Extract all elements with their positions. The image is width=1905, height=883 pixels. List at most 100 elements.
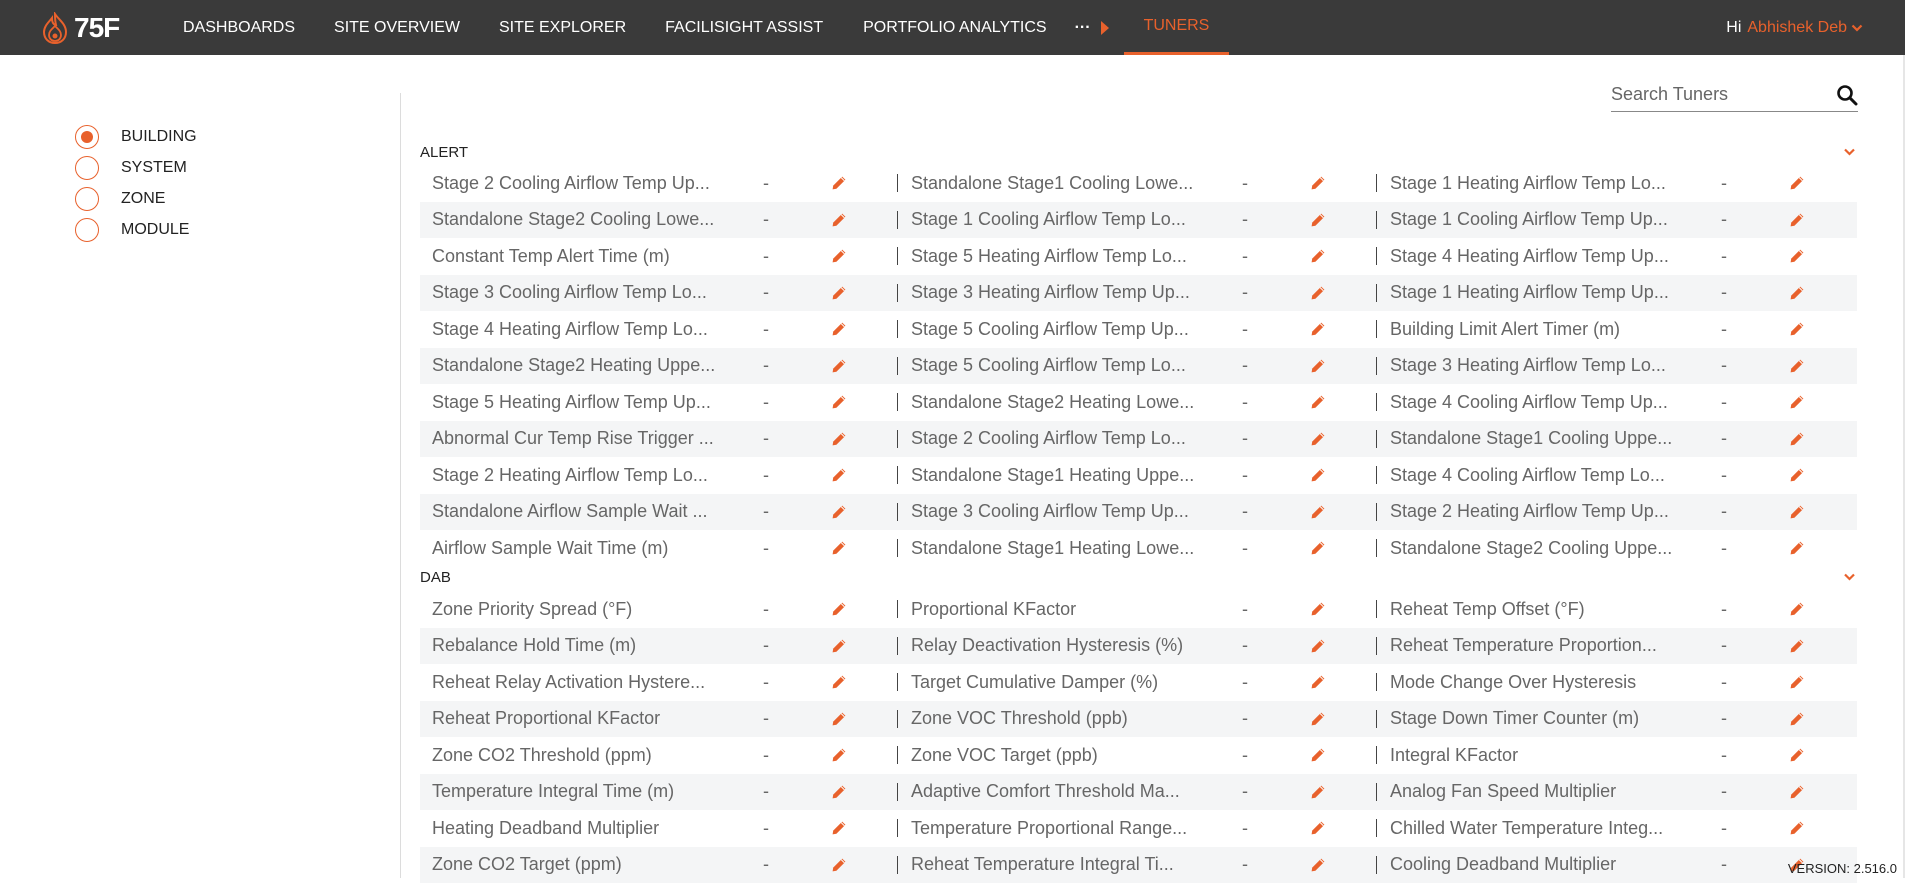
pencil-icon[interactable] [1789, 784, 1805, 800]
nav-site-overview[interactable]: SITE OVERVIEW [334, 0, 460, 55]
tuner-name: Stage 1 Cooling Airflow Temp Lo... [911, 209, 1216, 230]
pencil-icon[interactable] [1310, 784, 1326, 800]
pencil-icon[interactable] [1789, 540, 1805, 556]
tuner-cell: Target Cumulative Damper (%)- [899, 664, 1378, 701]
pencil-icon[interactable] [831, 285, 847, 301]
pencil-icon[interactable] [1310, 820, 1326, 836]
tuner-cell: Stage 4 Cooling Airflow Temp Up...- [1378, 384, 1857, 421]
pencil-icon[interactable] [1789, 638, 1805, 654]
pencil-icon[interactable] [1789, 674, 1805, 690]
pencil-icon[interactable] [1310, 638, 1326, 654]
pencil-icon[interactable] [831, 431, 847, 447]
pencil-icon[interactable] [1789, 504, 1805, 520]
pencil-icon[interactable] [831, 212, 847, 228]
tuner-value: - [763, 672, 769, 693]
column-separator [1376, 539, 1377, 557]
pencil-icon[interactable] [831, 747, 847, 763]
level-option-module[interactable]: MODULE [75, 218, 189, 242]
pencil-icon[interactable] [1789, 711, 1805, 727]
tuner-cell: Standalone Stage1 Cooling Uppe...- [1378, 421, 1857, 458]
pencil-icon[interactable] [1789, 248, 1805, 264]
nav-portfolio-analytics[interactable]: PORTFOLIO ANALYTICS [863, 0, 1046, 55]
pencil-icon[interactable] [831, 358, 847, 374]
pencil-icon[interactable] [1310, 175, 1326, 191]
radio-selected[interactable] [75, 125, 99, 149]
nav-tuners[interactable]: TUNERS [1124, 0, 1230, 55]
level-option-zone[interactable]: ZONE [75, 187, 165, 211]
pencil-icon[interactable] [831, 820, 847, 836]
radio-unselected[interactable] [75, 218, 99, 242]
pencil-icon[interactable] [1789, 747, 1805, 763]
level-label: MODULE [121, 221, 189, 239]
pencil-icon[interactable] [1310, 321, 1326, 337]
tuner-name: Mode Change Over Hysteresis [1390, 672, 1695, 693]
pencil-icon[interactable] [1310, 540, 1326, 556]
level-option-system[interactable]: SYSTEM [75, 156, 187, 180]
pencil-icon[interactable] [1789, 467, 1805, 483]
pencil-icon[interactable] [1789, 285, 1805, 301]
pencil-icon[interactable] [1310, 674, 1326, 690]
pencil-icon[interactable] [831, 601, 847, 617]
pencil-icon[interactable] [831, 784, 847, 800]
pencil-icon[interactable] [1310, 285, 1326, 301]
column-separator [1376, 320, 1377, 338]
chevron-down-icon[interactable] [1843, 147, 1856, 157]
pencil-icon[interactable] [831, 638, 847, 654]
nav-more-button[interactable]: ··· [1075, 19, 1109, 37]
tuner-cell: Stage 2 Cooling Airflow Temp Up...- [420, 165, 899, 202]
pencil-icon[interactable] [831, 394, 847, 410]
pencil-icon[interactable] [1310, 394, 1326, 410]
pencil-icon[interactable] [1310, 747, 1326, 763]
pencil-icon[interactable] [831, 674, 847, 690]
pencil-icon[interactable] [1789, 212, 1805, 228]
nav-site-explorer[interactable]: SITE EXPLORER [499, 0, 626, 55]
pencil-icon[interactable] [831, 467, 847, 483]
pencil-icon[interactable] [1789, 820, 1805, 836]
pencil-icon[interactable] [1310, 711, 1326, 727]
tuner-cell: Stage 3 Heating Airflow Temp Lo...- [1378, 348, 1857, 385]
chevron-down-icon[interactable] [1843, 572, 1856, 582]
pencil-icon[interactable] [1310, 358, 1326, 374]
pencil-icon[interactable] [831, 857, 847, 873]
tuner-cell: Reheat Temp Offset (°F)- [1378, 591, 1857, 628]
pencil-icon[interactable] [1310, 504, 1326, 520]
tuner-cell: Proportional KFactor- [899, 591, 1378, 628]
tuner-row: Standalone Stage2 Cooling Lowe...-Stage … [420, 202, 1857, 239]
radio-unselected[interactable] [75, 187, 99, 211]
column-separator [1376, 503, 1377, 521]
tuner-cell: Zone CO2 Threshold (ppm)- [420, 737, 899, 774]
pencil-icon[interactable] [1310, 431, 1326, 447]
pencil-icon[interactable] [1310, 467, 1326, 483]
search-icon[interactable] [1836, 84, 1858, 106]
user-menu[interactable]: Hi Abhishek Deb [1726, 0, 1863, 55]
pencil-icon[interactable] [1789, 358, 1805, 374]
pencil-icon[interactable] [1310, 601, 1326, 617]
pencil-icon[interactable] [1789, 175, 1805, 191]
pencil-icon[interactable] [831, 321, 847, 337]
pencil-icon[interactable] [1310, 248, 1326, 264]
tuner-value: - [1721, 708, 1727, 729]
pencil-icon[interactable] [1310, 857, 1326, 873]
pencil-icon[interactable] [831, 504, 847, 520]
column-separator [1376, 673, 1377, 691]
pencil-icon[interactable] [831, 540, 847, 556]
pencil-icon[interactable] [1789, 394, 1805, 410]
search-input[interactable] [1611, 84, 1821, 105]
column-separator [1376, 284, 1377, 302]
radio-unselected[interactable] [75, 156, 99, 180]
pencil-icon[interactable] [1789, 601, 1805, 617]
tuner-value: - [1721, 282, 1727, 303]
pencil-icon[interactable] [831, 175, 847, 191]
column-separator [1376, 174, 1377, 192]
pencil-icon[interactable] [1310, 212, 1326, 228]
pencil-icon[interactable] [831, 711, 847, 727]
logo[interactable]: 75F [40, 12, 119, 44]
pencil-icon[interactable] [1789, 431, 1805, 447]
nav-dashboards[interactable]: DASHBOARDS [183, 0, 295, 55]
column-separator [897, 393, 898, 411]
level-option-building[interactable]: BUILDING [75, 125, 197, 149]
pencil-icon[interactable] [1789, 321, 1805, 337]
pencil-icon[interactable] [831, 248, 847, 264]
tuner-cell: Relay Deactivation Hysteresis (%)- [899, 628, 1378, 665]
nav-facilisight-assist[interactable]: FACILISIGHT ASSIST [665, 0, 823, 55]
